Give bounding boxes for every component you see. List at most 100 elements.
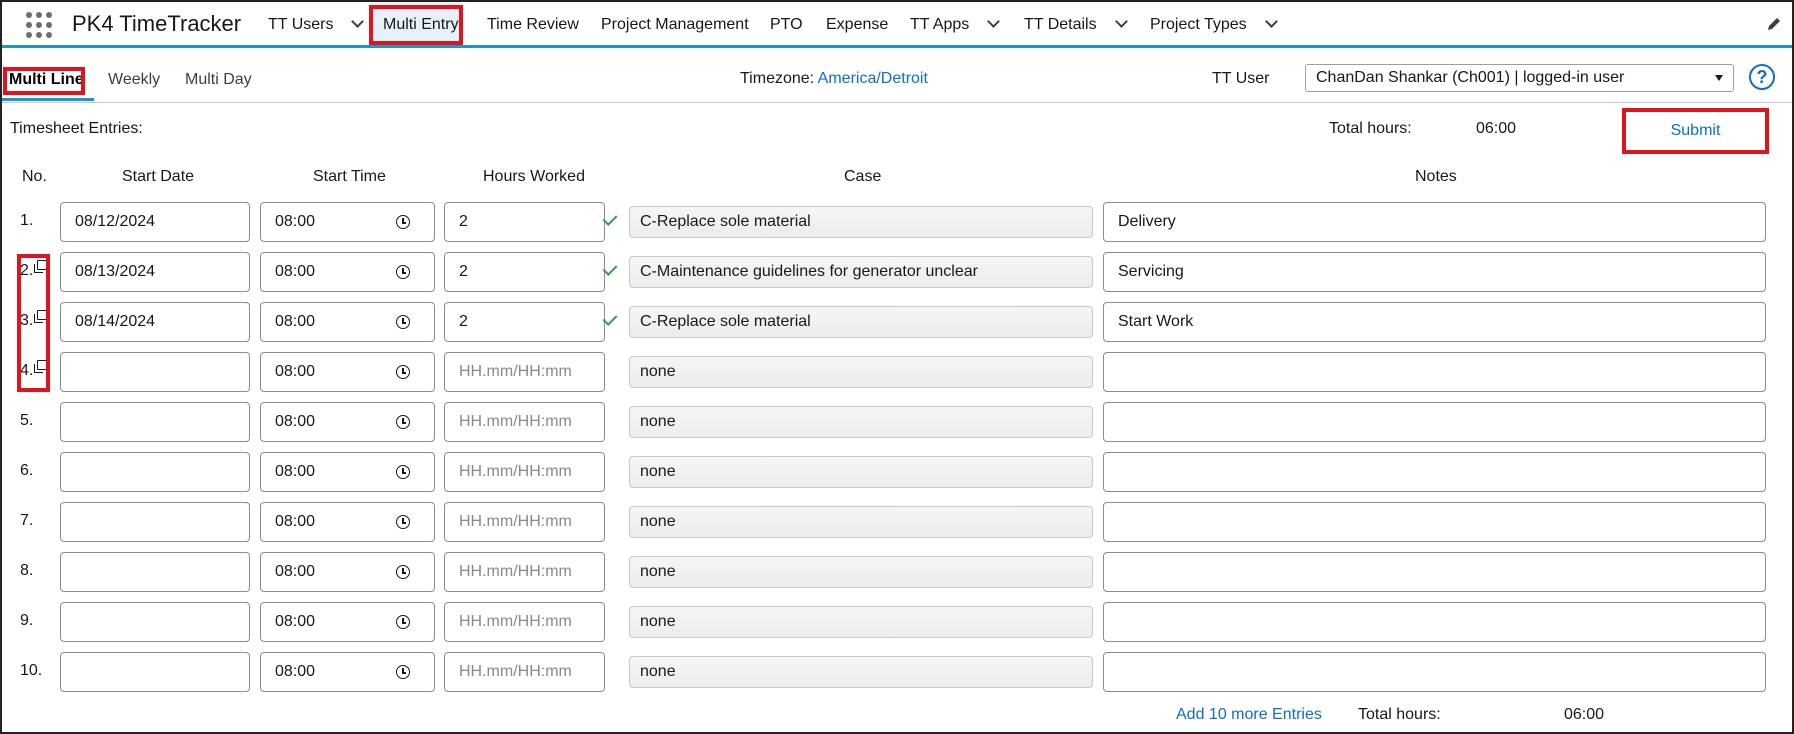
start-date-input[interactable] (60, 552, 250, 592)
row-number-cell: 1. (20, 212, 33, 230)
hours-worked-input[interactable]: HH.mm/HH:mm (444, 602, 605, 642)
start-date-input[interactable] (60, 652, 250, 692)
hours-worked-input[interactable]: HH.mm/HH:mm (444, 452, 605, 492)
notes-input[interactable] (1103, 602, 1766, 642)
notes-input[interactable]: Start Work (1103, 302, 1766, 342)
hours-worked-input[interactable]: 2 (444, 252, 605, 292)
start-time-input[interactable]: 08:00 (260, 602, 435, 642)
column-header-hours-worked: Hours Worked (483, 168, 585, 185)
clock-icon[interactable] (396, 465, 410, 479)
row-number: 10. (20, 662, 43, 679)
row-number-cell: 5. (20, 412, 33, 430)
clock-icon[interactable] (396, 265, 410, 279)
hours-worked-input[interactable]: HH.mm/HH:mm (444, 552, 605, 592)
start-time-input[interactable]: 08:00 (260, 452, 435, 492)
hours-worked-input[interactable]: 2 (444, 302, 605, 342)
start-time-input[interactable]: 08:00 (260, 402, 435, 442)
timezone-value[interactable]: America/Detroit (818, 70, 928, 87)
start-time-input[interactable]: 08:00 (260, 302, 435, 342)
start-time-value: 08:00 (275, 513, 316, 530)
copy-icon[interactable] (34, 360, 48, 373)
notes-input[interactable] (1103, 552, 1766, 592)
notes-input[interactable] (1103, 502, 1766, 542)
nav-item-label: Project Management (601, 16, 749, 33)
hours-worked-input[interactable]: 2 (444, 202, 605, 242)
nav-item-expense[interactable]: Expense (814, 2, 900, 45)
chevron-down-icon[interactable] (987, 15, 1001, 28)
clock-icon[interactable] (396, 315, 410, 329)
subtab-multi-day[interactable]: Multi Day (185, 71, 252, 89)
nav-item-project-management[interactable]: Project Management (589, 2, 761, 45)
hours-worked-input[interactable]: HH.mm/HH:mm (444, 352, 605, 392)
start-date-input[interactable]: 08/12/2024 (60, 202, 250, 242)
start-date-input[interactable]: 08/13/2024 (60, 252, 250, 292)
add-more-entries-link[interactable]: Add 10 more Entries (1176, 706, 1322, 724)
notes-input[interactable]: Delivery (1103, 202, 1766, 242)
hours-worked-input[interactable]: HH.mm/HH:mm (444, 502, 605, 542)
chevron-down-icon[interactable] (1264, 15, 1278, 28)
start-date-input[interactable] (60, 502, 250, 542)
start-time-input[interactable]: 08:00 (260, 502, 435, 542)
app-launcher-icon[interactable] (26, 12, 52, 38)
copy-icon[interactable] (34, 260, 48, 273)
nav-item-tt-apps[interactable]: TT Apps (898, 2, 1010, 45)
submit-button[interactable]: Submit (1629, 113, 1762, 149)
clock-icon[interactable] (396, 665, 410, 679)
start-time-input[interactable]: 08:00 (260, 652, 435, 692)
nav-item-multi-entry[interactable]: Multi Entry (371, 2, 461, 45)
subtab-multi-line[interactable]: Multi Line (9, 71, 84, 89)
start-date-input[interactable] (60, 352, 250, 392)
notes-input[interactable] (1103, 352, 1766, 392)
start-date-input[interactable] (60, 402, 250, 442)
row-number: 3. (20, 312, 34, 329)
start-time-input[interactable]: 08:00 (260, 552, 435, 592)
tt-user-select[interactable]: ChanDan Shankar (Ch001) | logged-in user (1305, 64, 1734, 92)
case-lookup[interactable]: none (629, 556, 1093, 588)
notes-input[interactable] (1103, 402, 1766, 442)
copy-icon[interactable] (34, 310, 48, 323)
column-header-start-date: Start Date (122, 168, 195, 185)
nav-item-label: Time Review (487, 16, 579, 33)
notes-input[interactable] (1103, 652, 1766, 692)
clock-icon[interactable] (396, 615, 410, 629)
case-lookup[interactable]: C-Maintenance guidelines for generator u… (629, 256, 1093, 288)
clock-icon[interactable] (396, 415, 410, 429)
case-lookup[interactable]: none (629, 506, 1093, 538)
nav-item-pto[interactable]: PTO (758, 2, 815, 45)
table-row: 9. 08:00 HH.mm/HH:mm none (2, 602, 1792, 642)
pencil-icon[interactable] (1766, 16, 1782, 32)
help-icon[interactable]: ? (1749, 64, 1775, 90)
footer-total-hours-value: 06:00 (1564, 706, 1605, 723)
case-lookup[interactable]: none (629, 356, 1093, 388)
case-lookup[interactable]: none (629, 456, 1093, 488)
start-time-input[interactable]: 08:00 (260, 352, 435, 392)
nav-item-time-review[interactable]: Time Review (475, 2, 591, 45)
subtab-weekly[interactable]: Weekly (108, 71, 160, 89)
hours-worked-input[interactable]: HH.mm/HH:mm (444, 652, 605, 692)
hours-worked-input[interactable]: HH.mm/HH:mm (444, 402, 605, 442)
row-number: 9. (20, 612, 34, 629)
clock-icon[interactable] (396, 215, 410, 229)
clock-icon[interactable] (396, 565, 410, 579)
case-lookup[interactable]: C-Replace sole material (629, 306, 1093, 338)
nav-item-tt-users[interactable]: TT Users (256, 2, 374, 45)
chevron-down-icon[interactable] (351, 15, 365, 28)
start-date-input[interactable] (60, 452, 250, 492)
case-lookup[interactable]: none (629, 656, 1093, 688)
nav-item-project-types[interactable]: Project Types (1138, 2, 1288, 45)
start-date-input[interactable] (60, 602, 250, 642)
nav-item-tt-details[interactable]: TT Details (1012, 2, 1138, 45)
nav-item-label: Multi Entry (383, 16, 459, 33)
case-lookup[interactable]: none (629, 606, 1093, 638)
case-lookup[interactable]: C-Replace sole material (629, 206, 1093, 238)
notes-input[interactable]: Servicing (1103, 252, 1766, 292)
clock-icon[interactable] (396, 515, 410, 529)
start-date-input[interactable]: 08/14/2024 (60, 302, 250, 342)
row-number-cell: 3. (20, 310, 48, 330)
case-lookup[interactable]: none (629, 406, 1093, 438)
start-time-input[interactable]: 08:00 (260, 252, 435, 292)
notes-input[interactable] (1103, 452, 1766, 492)
clock-icon[interactable] (396, 365, 410, 379)
start-time-input[interactable]: 08:00 (260, 202, 435, 242)
chevron-down-icon[interactable] (1114, 15, 1128, 28)
